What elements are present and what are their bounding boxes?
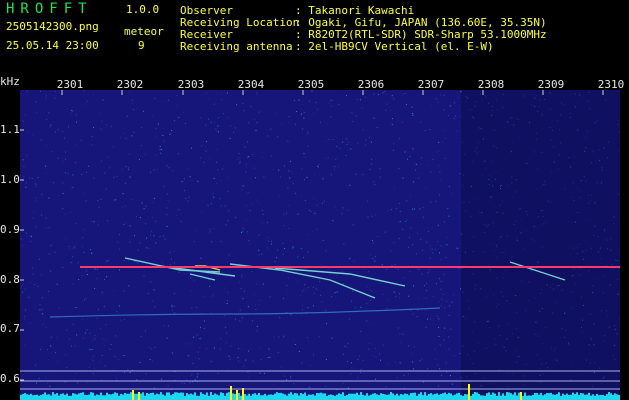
x-tick-label: 2304 xyxy=(237,78,265,91)
signal-spike xyxy=(138,392,140,400)
signal-spike xyxy=(468,384,470,400)
y-tick-label: 1.0 xyxy=(0,173,20,186)
signal-spike xyxy=(132,390,134,400)
spectrogram-canvas xyxy=(20,90,620,400)
x-tick-label: 2302 xyxy=(116,78,144,91)
x-tick-label: 2303 xyxy=(177,78,205,91)
signal-spike xyxy=(242,388,244,400)
filename: 2505142300.png xyxy=(6,20,99,33)
x-tick-label: 2301 xyxy=(56,78,84,91)
y-tick-label: 0.7 xyxy=(0,322,20,335)
y-unit-label: kHz xyxy=(0,75,20,88)
y-tick-label: 0.9 xyxy=(0,223,20,236)
signal-spike xyxy=(230,386,232,400)
signal-spike xyxy=(520,392,522,400)
meteor-count: 9 xyxy=(138,39,145,52)
app-name: HROFFT xyxy=(6,1,93,17)
darker-region xyxy=(461,90,620,400)
x-tick-label: 2305 xyxy=(297,78,325,91)
x-tick-label: 2306 xyxy=(357,78,385,91)
antenna-value: : 2el-HB9CV Vertical (el. E-W) xyxy=(295,40,494,53)
spectrogram xyxy=(20,90,620,400)
meteor-label: meteor xyxy=(124,25,164,38)
app-version: 1.0.0 xyxy=(126,3,160,16)
y-tick-label: 0.8 xyxy=(0,273,20,286)
datetime: 25.05.14 23:00 xyxy=(6,39,99,52)
antenna-label: Receiving antenna xyxy=(180,40,293,53)
y-tick-label: 1.1 xyxy=(0,123,20,136)
signal-spike xyxy=(236,390,238,400)
x-tick-label: 2310 xyxy=(597,78,625,91)
x-tick-label: 2308 xyxy=(477,78,505,91)
x-tick-label: 2307 xyxy=(417,78,445,91)
x-tick-label: 2309 xyxy=(537,78,565,91)
y-tick-label: 0.6 xyxy=(0,372,20,385)
header-panel: HROFFT 1.0.0 2505142300.png meteor 25.05… xyxy=(0,0,629,74)
